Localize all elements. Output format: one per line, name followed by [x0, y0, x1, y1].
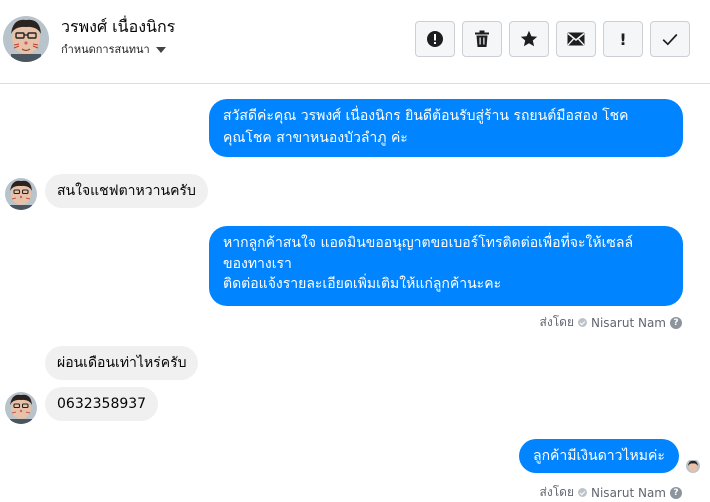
message-line: คุณโชค สาขาหนองบัวลำภู ค่ะ	[223, 130, 408, 146]
priority-icon: !	[619, 29, 627, 49]
outgoing-message: สวัสดีค่ะคุณ วรพงศ์ เนื่องนิกร ยินดีต้อน…	[209, 99, 683, 157]
seen-avatar	[686, 459, 700, 473]
caret-down-icon	[155, 46, 166, 53]
contact-avatar[interactable]	[3, 16, 49, 62]
message-line: ของทางเรา	[223, 256, 292, 272]
message-line: ติดต่อแจ้งรายละเอียดเพิ่มเติมให้แก่ลูกค้…	[223, 276, 502, 292]
message-line: สวัสดีค่ะคุณ วรพงศ์ เนื่องนิกร ยินดีต้อน…	[223, 108, 629, 124]
sender-name: Nisarut Nam	[591, 315, 666, 330]
incoming-message: ผ่อนเดือนเท่าไหร่ครับ	[45, 346, 199, 380]
conversation-header: วรพงศ์ เนื่องนิกร กำหนดการสนทนา !	[0, 0, 710, 84]
message-line: หากลูกค้าสนใจ แอดมินขออนุญาตขอเบอร์โทรติ…	[223, 235, 634, 251]
report-icon	[427, 31, 443, 47]
sent-by-label: ส่งโดย Nisarut Nam ?	[540, 313, 682, 332]
outgoing-message: ลูกค้ามีเงินดาวไหมค่ะ	[519, 439, 679, 473]
sender-avatar[interactable]	[5, 392, 37, 424]
conversation-settings-dropdown[interactable]: กำหนดการสนทนา	[61, 40, 166, 58]
conversation-settings-label: กำหนดการสนทนา	[61, 43, 150, 56]
sent-by-prefix: ส่งโดย	[539, 315, 574, 329]
mark-unread-button[interactable]	[556, 21, 596, 57]
priority-button[interactable]: !	[603, 21, 643, 57]
trash-icon	[475, 30, 489, 47]
sender-name: Nisarut Nam	[591, 485, 666, 500]
mail-icon	[567, 32, 585, 46]
mark-done-button[interactable]	[650, 21, 690, 57]
incoming-message: สนใจแชฟตาหวานครับ	[45, 174, 208, 208]
star-button[interactable]	[509, 21, 549, 57]
outgoing-message: หากลูกค้าสนใจ แอดมินขออนุญาตขอเบอร์โทรติ…	[209, 226, 683, 306]
help-icon[interactable]: ?	[670, 486, 682, 499]
sender-avatar[interactable]	[5, 178, 37, 210]
incoming-message: 0632358937	[45, 387, 159, 421]
verified-icon	[578, 488, 587, 497]
star-icon	[520, 30, 538, 47]
sent-by-prefix: ส่งโดย	[539, 485, 574, 499]
report-button[interactable]	[415, 21, 455, 57]
delete-button[interactable]	[462, 21, 502, 57]
sent-by-label: ส่งโดย Nisarut Nam ?	[540, 483, 682, 502]
check-icon	[662, 33, 678, 45]
help-icon[interactable]: ?	[670, 316, 682, 329]
verified-icon	[578, 318, 587, 327]
conversation-toolbar: !	[415, 21, 690, 57]
contact-name[interactable]: วรพงศ์ เนื่องนิกร	[61, 15, 175, 40]
